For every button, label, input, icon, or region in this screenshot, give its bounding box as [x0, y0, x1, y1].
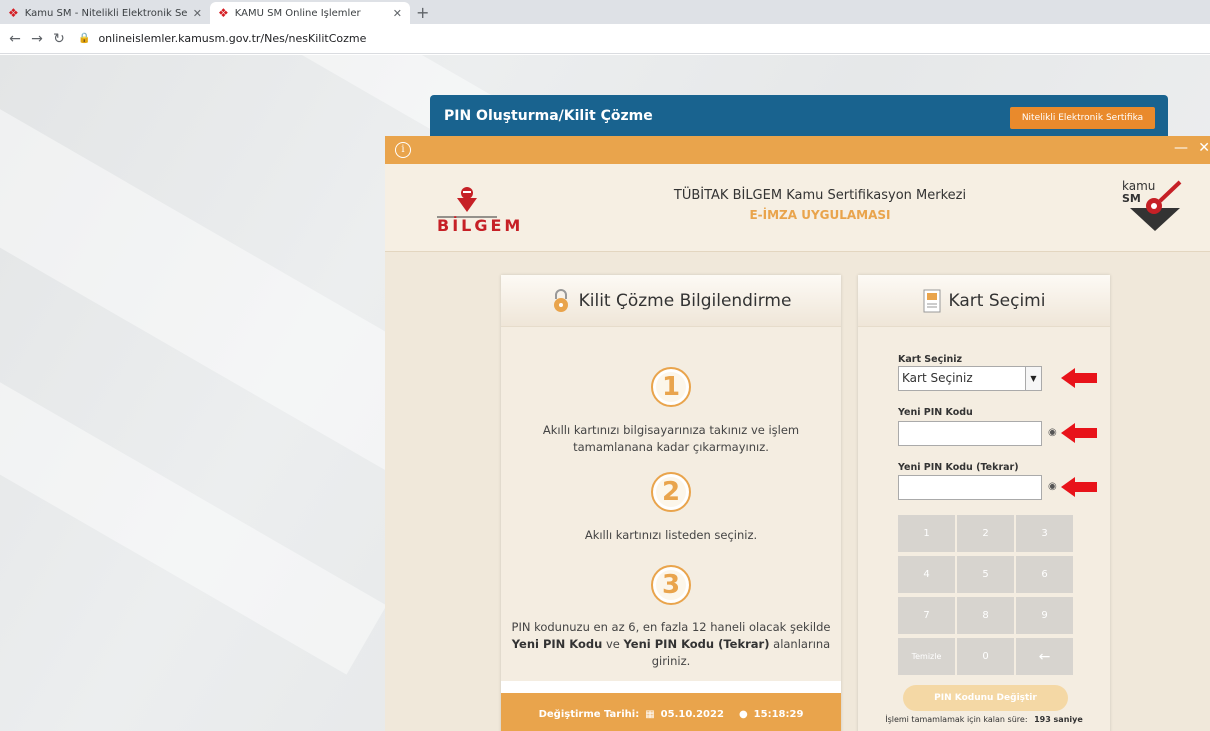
card-document-icon [923, 289, 941, 312]
keypad-key[interactable]: 9 [1016, 597, 1073, 634]
kamusm-logo-icon: kamu SM [1122, 179, 1182, 231]
keypad-clear-button[interactable]: Temizle [898, 638, 955, 675]
remaining-time-label: İşlemi tamamlamak için kalan süre: [885, 715, 1028, 724]
forward-arrow-icon[interactable]: → [26, 31, 48, 47]
keypad-backspace-button[interactable]: ← [1016, 638, 1073, 675]
browser-tab-strip: ❖ Kamu SM - Nitelikli Elektronik Se ✕ ❖ … [0, 0, 1210, 24]
new-pin-repeat-input[interactable] [898, 475, 1042, 500]
close-icon[interactable]: ✕ [1198, 140, 1210, 156]
change-date-label: Değiştirme Tarihi: [538, 708, 640, 720]
header-title: TÜBİTAK BİLGEM Kamu Sertifikasyon Merkez… [673, 188, 967, 203]
tab-close-icon[interactable]: ✕ [393, 7, 402, 20]
kamusm-favicon-icon: ❖ [218, 6, 229, 20]
svg-text:kamu: kamu [1122, 179, 1155, 193]
browser-tab-active[interactable]: ❖ KAMU SM Online İşlemler ✕ [210, 2, 410, 24]
step-1-text: Akıllı kartınızı bilgisayarınıza takınız… [542, 423, 800, 454]
padlock-icon [553, 288, 568, 312]
card-panel-title: Kart Seçimi [948, 290, 1046, 311]
reload-icon[interactable]: ↻ [48, 31, 70, 47]
red-arrow-icon [1061, 423, 1097, 443]
card-select-label: Kart Seçiniz [898, 354, 963, 365]
red-arrow-icon [1061, 477, 1097, 497]
keypad-key[interactable]: 0 [957, 638, 1014, 675]
page-title: PIN Oluşturma/Kilit Çözme [444, 108, 653, 124]
card-panel-header: Kart Seçimi [858, 275, 1110, 327]
kamusm-favicon-icon: ❖ [8, 6, 19, 20]
keypad-key[interactable]: 2 [957, 515, 1014, 552]
keypad-key[interactable]: 3 [1016, 515, 1073, 552]
dialog-title-bar: i — ✕ [385, 136, 1210, 164]
new-pin-repeat-label: Yeni PIN Kodu (Tekrar) [898, 462, 1019, 473]
red-arrow-icon [1061, 368, 1097, 388]
card-selection-panel: Kart Seçimi Kart Seçiniz Kart Seçiniz ▼ … [858, 275, 1110, 731]
url-text: onlineislemler.kamusm.gov.tr/Nes/nesKili… [98, 32, 367, 45]
card-select-value: Kart Seçiniz [902, 371, 973, 385]
nitelikli-sertifika-button[interactable]: Nitelikli Elektronik Sertifika [1010, 107, 1155, 129]
calendar-icon: ▦ [645, 708, 655, 720]
minimize-icon[interactable]: — [1174, 140, 1188, 156]
change-date-value: 05.10.2022 [660, 708, 724, 720]
new-pin-label: Yeni PIN Kodu [898, 407, 973, 418]
remaining-time: İşlemi tamamlamak için kalan süre: 193 s… [858, 715, 1110, 724]
info-panel-footer: Değiştirme Tarihi: ▦ 05.10.2022 ● 15:18:… [501, 693, 841, 731]
card-select-dropdown[interactable]: Kart Seçiniz ▼ [898, 366, 1042, 391]
keypad-key[interactable]: 8 [957, 597, 1014, 634]
eimza-dialog: i — ✕ BİLGEM TÜBİTAK BİLGEM Kamu Sertifi… [385, 136, 1210, 731]
dialog-header: BİLGEM TÜBİTAK BİLGEM Kamu Sertifikasyon… [385, 164, 1210, 252]
lock-icon[interactable]: 🔒 [78, 33, 90, 44]
new-pin-input[interactable] [898, 421, 1042, 446]
unlock-info-panel: Kilit Çözme Bilgilendirme 1 Akıllı kartı… [501, 275, 841, 731]
step-3-number: 3 [651, 565, 691, 605]
remaining-time-value: 193 saniye [1034, 715, 1083, 724]
new-tab-button[interactable]: + [416, 2, 429, 24]
keypad-key[interactable]: 7 [898, 597, 955, 634]
header-subtitle: E-İMZA UYGULAMASI [749, 208, 891, 222]
change-time-value: 15:18:29 [753, 708, 804, 720]
back-arrow-icon[interactable]: ← [4, 31, 26, 47]
tab-label: KAMU SM Online İşlemler [234, 7, 361, 19]
change-pin-button[interactable]: PIN Kodunu Değiştir [903, 685, 1068, 711]
keypad-key[interactable]: 5 [957, 556, 1014, 593]
tab-label: Kamu SM - Nitelikli Elektronik Se [24, 7, 187, 19]
info-icon[interactable]: i [395, 142, 411, 158]
step-3-text: PIN kodunuzu en az 6, en fazla 12 haneli… [511, 620, 831, 668]
keypad-key[interactable]: 4 [898, 556, 955, 593]
step-1-number: 1 [651, 367, 691, 407]
keypad-key[interactable]: 6 [1016, 556, 1073, 593]
tab-close-icon[interactable]: ✕ [193, 7, 202, 20]
svg-text:SM: SM [1122, 192, 1141, 205]
step-2-number: 2 [651, 472, 691, 512]
info-panel-body: 1 Akıllı kartınızı bilgisayarınıza takın… [501, 327, 841, 681]
clock-icon: ● [738, 708, 748, 720]
address-bar: ← → ↻ 🔒 onlineislemler.kamusm.gov.tr/Nes… [0, 24, 1210, 54]
info-panel-title: Kilit Çözme Bilgilendirme [578, 290, 792, 311]
eye-icon[interactable]: ◉ [1048, 481, 1057, 492]
chevron-down-icon[interactable]: ▼ [1025, 367, 1041, 390]
info-panel-header: Kilit Çözme Bilgilendirme [501, 275, 841, 327]
keypad-key[interactable]: 1 [898, 515, 955, 552]
url-field[interactable]: 🔒 onlineislemler.kamusm.gov.tr/Nes/nesKi… [78, 28, 1210, 50]
browser-tab[interactable]: ❖ Kamu SM - Nitelikli Elektronik Se ✕ [0, 2, 210, 24]
bilgem-logo-text: BİLGEM [437, 216, 524, 235]
step-2-text: Akıllı kartınızı listeden seçiniz. [584, 528, 758, 542]
eye-icon[interactable]: ◉ [1048, 427, 1057, 438]
